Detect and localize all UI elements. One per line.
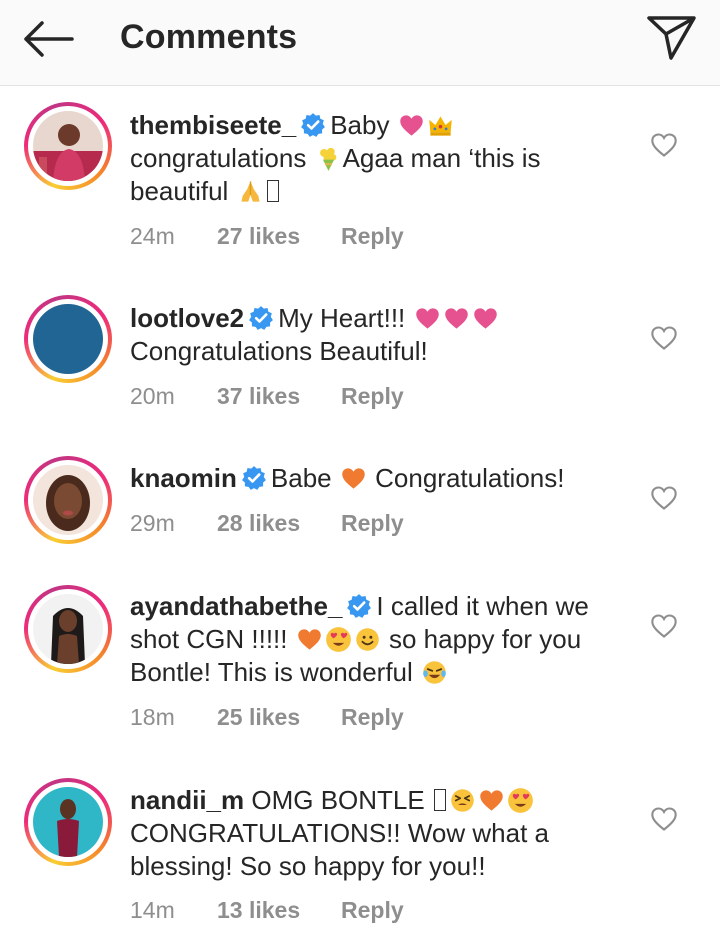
comment-likes-count[interactable]: 25 likes [217, 704, 300, 731]
bouquet-emoji-icon [319, 147, 336, 171]
comment-text-segment: Babe [270, 463, 332, 493]
pink-heart-emoji-icon [444, 308, 468, 329]
comment-text: nandii_m OMG BONTLE CONGRATULATIONS!! Wo… [130, 784, 630, 883]
comment-username[interactable]: ayandathabethe_ [130, 591, 342, 621]
reply-button[interactable]: Reply [341, 510, 404, 537]
comment-text-segment: My Heart!!! [278, 303, 406, 333]
unsupported-glyph-icon [433, 789, 446, 811]
avatar[interactable] [24, 102, 112, 190]
like-heart-icon[interactable] [650, 325, 678, 351]
reply-button[interactable]: Reply [341, 704, 404, 731]
like-heart-icon[interactable] [650, 613, 678, 639]
comment-likes-count[interactable]: 27 likes [217, 223, 300, 250]
comment-text: thembiseete_ Baby congratulations Agaa ma… [130, 109, 630, 208]
tired-face-emoji-icon [451, 789, 474, 812]
orange-heart-emoji-icon [480, 790, 503, 811]
comment-text-segment: blessing! So so happy for you!! [130, 851, 486, 881]
comment-text-segment: Agaa man ‘this is [342, 143, 541, 173]
comment-timestamp: 20m [130, 383, 175, 409]
reply-button[interactable]: Reply [341, 383, 404, 410]
share-button[interactable] [644, 12, 700, 62]
comment-username[interactable]: lootlove2 [130, 303, 244, 333]
comment-timestamp: 24m [130, 223, 175, 249]
like-heart-icon[interactable] [650, 132, 678, 158]
comment-text-segment: beautiful [130, 176, 229, 206]
avatar-photo [33, 594, 103, 664]
avatar-photo [33, 111, 103, 181]
like-heart-icon[interactable] [650, 485, 678, 511]
avatar[interactable] [24, 778, 112, 866]
comment-text-segment: I called it when we [376, 591, 589, 621]
reply-button[interactable]: Reply [341, 223, 404, 250]
praying-hands-emoji-icon [241, 181, 260, 202]
comment-timestamp: 29m [130, 510, 175, 536]
heart-eyes-emoji-icon [325, 627, 351, 652]
heart-eyes-emoji-icon [508, 788, 533, 813]
comments-header: Comments [0, 0, 720, 86]
comment-likes-count[interactable]: 28 likes [217, 510, 300, 537]
comment-text-segment: OMG BONTLE [251, 785, 425, 815]
avatar-photo [33, 465, 103, 535]
orange-heart-emoji-icon [297, 629, 321, 650]
orange-heart-emoji-icon [342, 468, 365, 489]
avatar[interactable] [24, 585, 112, 673]
avatar-photo [33, 304, 103, 374]
arrow-left-icon [24, 21, 74, 57]
comment-text-segment: so happy for you [388, 624, 582, 654]
avatar-photo [33, 787, 103, 857]
paper-plane-icon [647, 16, 696, 60]
comment-username[interactable]: thembiseete_ [130, 110, 296, 140]
comment-likes-count[interactable]: 13 likes [217, 897, 300, 924]
back-button[interactable] [18, 14, 78, 64]
verified-badge-icon [249, 306, 274, 330]
comment-text-segment: congratulations [130, 143, 307, 173]
pink-heart-emoji-icon [415, 308, 439, 329]
comment-text-segment: CONGRATULATIONS!! Wow what a [130, 818, 549, 848]
verified-badge-icon [242, 466, 266, 490]
verified-badge-icon [301, 113, 326, 137]
pink-heart-emoji-icon [399, 115, 423, 136]
comment-text: ayandathabethe_ I called it when we shot … [130, 590, 630, 689]
comment-timestamp: 14m [130, 897, 175, 923]
comment-username[interactable]: nandii_m [130, 785, 244, 815]
crying-laughing-emoji-icon [423, 661, 446, 684]
comment-text-segment: shot CGN !!!!! [130, 624, 288, 654]
comment-text-segment: Congratulations Beautiful! [130, 336, 428, 366]
crown-emoji-icon [428, 116, 452, 136]
reply-button[interactable]: Reply [341, 897, 404, 924]
comment-text-segment: Congratulations! [375, 463, 565, 493]
avatar[interactable] [24, 295, 112, 383]
like-heart-icon[interactable] [650, 806, 678, 832]
smiling-face-emoji-icon [355, 628, 379, 651]
comment-text-segment: Baby [330, 110, 390, 140]
avatar[interactable] [24, 456, 112, 544]
comment-username[interactable]: knaomin [130, 463, 237, 493]
comment-text: knaomin Babe Congratulations! [130, 462, 630, 495]
page-title: Comments [120, 18, 298, 56]
verified-badge-icon [347, 594, 372, 618]
comment-likes-count[interactable]: 37 likes [217, 383, 300, 410]
unsupported-glyph-icon [266, 180, 279, 202]
comment-timestamp: 18m [130, 704, 175, 730]
comment-text-segment: Bontle! This is wonderful [130, 657, 413, 687]
comment-text: lootlove2 My Heart!!! Congratulations Bea… [130, 302, 630, 368]
pink-heart-emoji-icon [473, 308, 497, 329]
